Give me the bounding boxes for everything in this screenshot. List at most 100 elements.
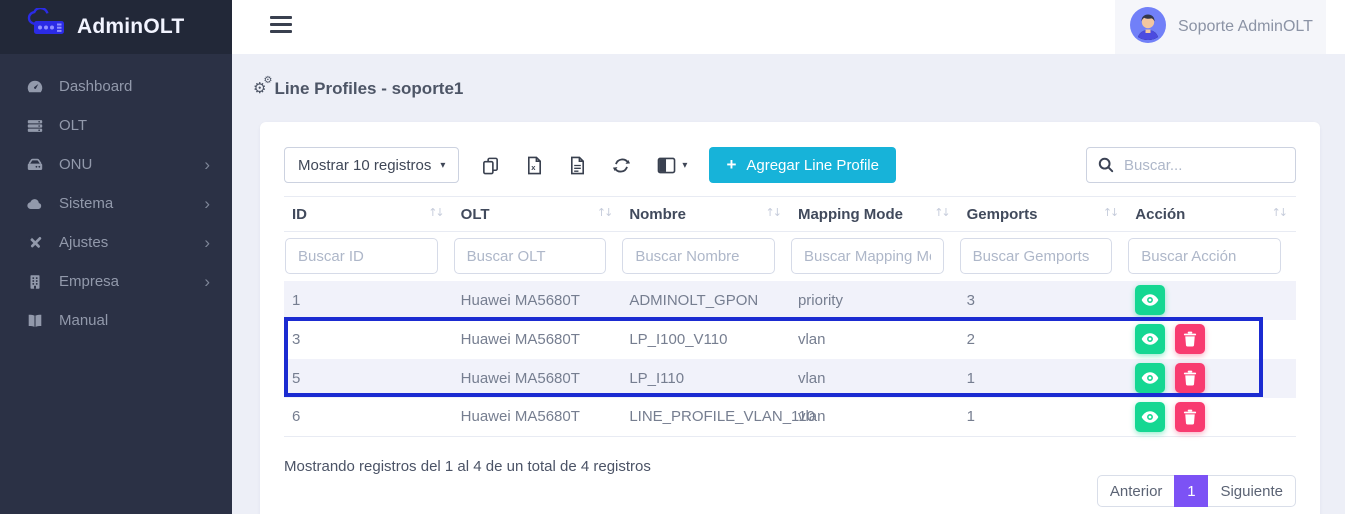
- app-window: AdminOLT Dashboard OLT ONU ›: [0, 0, 1345, 514]
- sidebar-item-sistema[interactable]: Sistema ›: [0, 184, 232, 223]
- export-buttons: x ▾: [481, 156, 687, 175]
- filter-input-mapping-mode[interactable]: [791, 238, 944, 274]
- table-header-mapping-mode[interactable]: Mapping Mode↑↓: [790, 197, 959, 232]
- sidebar-item-manual[interactable]: Manual: [0, 301, 232, 340]
- search-icon: [1098, 157, 1114, 173]
- page-title: ⚙⚙ Line Profiles - soporte1: [253, 79, 463, 99]
- sort-icon: ↑↓: [934, 206, 948, 219]
- filter-input-gemports[interactable]: [960, 238, 1113, 274]
- excel-export-button[interactable]: x: [526, 156, 543, 175]
- main-area: Soporte AdminOLT ⚙⚙ Line Profiles - sopo…: [232, 0, 1345, 514]
- table-footer: Mostrando registros del 1 al 4 de un tot…: [284, 458, 1296, 514]
- line-profiles-card: Mostrar 10 registros ▾ x: [260, 122, 1320, 514]
- view-button[interactable]: [1135, 402, 1165, 432]
- sidebar-item-label: Sistema: [59, 195, 113, 212]
- sidebar-item-label: Empresa: [59, 273, 119, 290]
- view-button[interactable]: [1135, 285, 1165, 315]
- refresh-button[interactable]: [612, 156, 631, 175]
- table-header-gemports[interactable]: Gemports↑↓: [959, 197, 1128, 232]
- filter-input-olt[interactable]: [454, 238, 607, 274]
- add-line-profile-button[interactable]: + Agregar Line Profile: [709, 147, 896, 183]
- table-search: [1086, 147, 1296, 183]
- eye-icon: [1141, 371, 1159, 385]
- sidebar-item-label: ONU: [59, 156, 92, 173]
- sidebar: AdminOLT Dashboard OLT ONU ›: [0, 0, 232, 514]
- filter-input-id[interactable]: [285, 238, 438, 274]
- table-header-accion[interactable]: Acción↑↓: [1127, 197, 1296, 232]
- sidebar-item-dashboard[interactable]: Dashboard: [0, 67, 232, 106]
- delete-button[interactable]: [1175, 363, 1205, 393]
- onu-device-icon: [25, 156, 45, 174]
- table-header-olt[interactable]: OLT↑↓: [453, 197, 622, 232]
- eye-icon: [1141, 332, 1159, 346]
- sidebar-item-label: Ajustes: [59, 234, 108, 251]
- copy-button[interactable]: [481, 156, 500, 175]
- sidebar-item-label: Dashboard: [59, 78, 132, 95]
- trash-icon: [1183, 409, 1197, 425]
- menu-toggle-icon[interactable]: [270, 16, 292, 37]
- pagination-page-1-button[interactable]: 1: [1174, 475, 1208, 507]
- delete-button[interactable]: [1175, 324, 1205, 354]
- chevron-right-icon: ›: [204, 234, 210, 251]
- column-visibility-icon: [657, 157, 676, 174]
- sidebar-item-olt[interactable]: OLT: [0, 106, 232, 145]
- cloud-icon: [25, 195, 45, 213]
- caret-down-icon: ▾: [682, 160, 687, 171]
- sidebar-item-ajustes[interactable]: Ajustes ›: [0, 223, 232, 262]
- content-area: ⚙⚙ Line Profiles - soporte1 Mostrar 10 r…: [232, 54, 1345, 514]
- sort-icon: ↑↓: [766, 206, 780, 219]
- view-button[interactable]: [1135, 363, 1165, 393]
- olt-server-icon: [25, 117, 45, 135]
- pagination-next-button[interactable]: Siguiente: [1208, 475, 1296, 507]
- cogs-icon: ⚙⚙: [253, 79, 266, 97]
- logo-text: AdminOLT: [77, 15, 184, 39]
- search-input[interactable]: [1124, 157, 1284, 174]
- user-menu[interactable]: Soporte AdminOLT: [1115, 0, 1326, 54]
- caret-down-icon: ▾: [440, 160, 445, 171]
- view-button[interactable]: [1135, 324, 1165, 354]
- line-profiles-table: ID↑↓ OLT↑↓ Nombre↑↓ Mapping Mode↑↓ Gempo…: [284, 196, 1296, 437]
- sort-icon: ↑↓: [1272, 206, 1286, 219]
- building-icon: [25, 273, 45, 291]
- top-navbar: Soporte AdminOLT: [232, 0, 1345, 54]
- records-info: Mostrando registros del 1 al 4 de un tot…: [284, 458, 651, 475]
- filter-input-accion[interactable]: [1128, 238, 1281, 274]
- table-row: 1 Huawei MA5680T ADMINOLT_GPON priority …: [284, 281, 1296, 320]
- sidebar-item-empresa[interactable]: Empresa ›: [0, 262, 232, 301]
- trash-icon: [1183, 370, 1197, 386]
- pagination: Anterior 1 Siguiente: [1097, 475, 1296, 507]
- table-header-id[interactable]: ID↑↓: [284, 197, 453, 232]
- sort-icon: ↑↓: [1103, 206, 1117, 219]
- sort-icon: ↑↓: [428, 206, 442, 219]
- eye-icon: [1141, 293, 1159, 307]
- sidebar-item-onu[interactable]: ONU ›: [0, 145, 232, 184]
- book-icon: [25, 312, 45, 330]
- sort-icon: ↑↓: [597, 206, 611, 219]
- chevron-right-icon: ›: [204, 273, 210, 290]
- avatar: [1130, 7, 1166, 48]
- delete-button[interactable]: [1175, 402, 1205, 432]
- pagination-prev-button[interactable]: Anterior: [1097, 475, 1175, 507]
- sidebar-item-label: Manual: [59, 312, 108, 329]
- trash-icon: [1183, 331, 1197, 347]
- refresh-icon: [612, 156, 631, 175]
- plus-icon: +: [726, 155, 736, 175]
- table-row: 6 Huawei MA5680T LINE_PROFILE_VLAN_110 v…: [284, 398, 1296, 437]
- chevron-right-icon: ›: [204, 195, 210, 212]
- column-visibility-button[interactable]: ▾: [657, 157, 687, 174]
- dashboard-icon: [25, 78, 45, 96]
- file-text-icon: [569, 156, 586, 175]
- eye-icon: [1141, 410, 1159, 424]
- chevron-right-icon: ›: [204, 156, 210, 173]
- copy-icon: [481, 156, 500, 175]
- file-export-button[interactable]: [569, 156, 586, 175]
- svg-text:x: x: [532, 162, 537, 171]
- show-entries-dropdown[interactable]: Mostrar 10 registros ▾: [284, 147, 459, 183]
- sidebar-nav: Dashboard OLT ONU › Sistema ›: [0, 54, 232, 340]
- table-header-nombre[interactable]: Nombre↑↓: [621, 197, 790, 232]
- tools-icon: [25, 234, 45, 252]
- logo-link[interactable]: AdminOLT: [0, 0, 232, 54]
- excel-file-icon: x: [526, 156, 543, 175]
- filter-input-nombre[interactable]: [622, 238, 775, 274]
- table-toolbar: Mostrar 10 registros ▾ x: [284, 147, 1296, 183]
